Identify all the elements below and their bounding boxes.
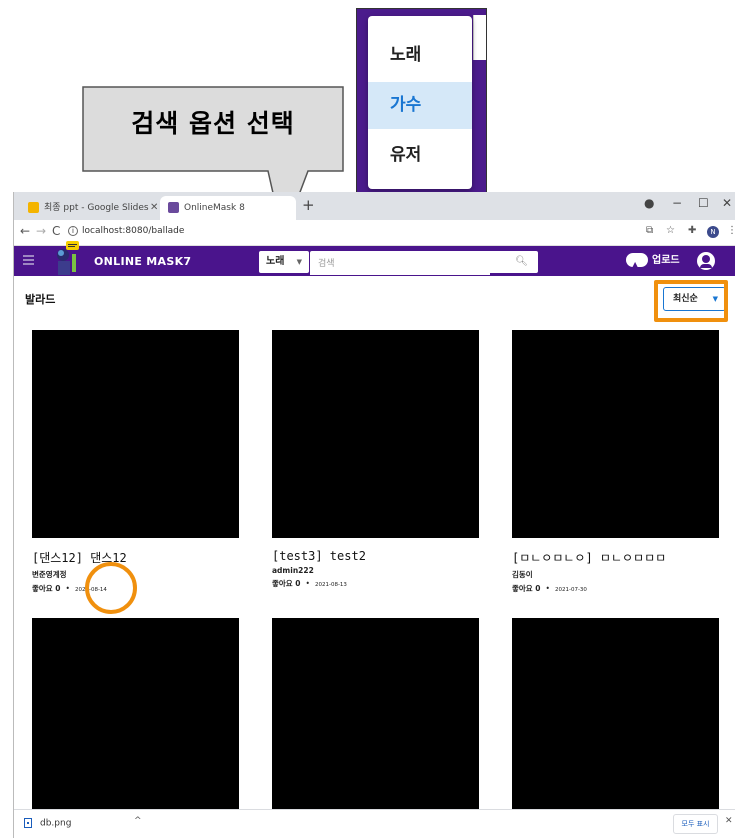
like-count: 좋아요 0 (512, 584, 541, 593)
extensions-icon[interactable]: ✚ (688, 225, 696, 236)
star-icon[interactable]: ☆ (666, 225, 675, 236)
video-meta: 좋아요 0 • 2021-07-30 (512, 583, 719, 594)
separator-dot: • (305, 579, 310, 588)
video-thumbnail[interactable] (512, 618, 719, 818)
upload-date: 2021-08-13 (314, 582, 347, 588)
more-menu-icon[interactable]: ⋮ (727, 225, 735, 236)
profile-avatar-icon[interactable]: N (707, 226, 719, 238)
like-count: 좋아요 0 (272, 579, 301, 588)
info-icon[interactable]: i (68, 226, 78, 236)
hamburger-menu-icon[interactable] (23, 255, 34, 265)
upload-label: 업로드 (652, 255, 680, 266)
video-meta: 좋아요 0 • 2021-08-13 (272, 578, 479, 589)
close-window-icon[interactable]: ✕ (722, 196, 732, 210)
popup-background-sliver (473, 15, 486, 60)
video-thumbnail[interactable] (272, 618, 479, 818)
date-highlight-circle (85, 562, 137, 614)
browser-tab-bar: 최종 ppt - Google Slides ✕ OnlineMask 8 + … (14, 192, 735, 220)
menu-item-song[interactable]: 노래 (368, 32, 472, 79)
video-card[interactable]: [ㅁㄴㅇㅁㄴㅇ] ㅁㄴㅇㅁㅁㅁ 김동이 좋아요 0 • 2021-07-30 (512, 330, 719, 594)
video-author: 김동이 (512, 570, 533, 579)
download-filename: db.png (40, 818, 72, 829)
download-bar: db.png ^ 모두 표시 ✕ (14, 809, 735, 838)
brand-name: ONLINE MASK7 (94, 255, 192, 268)
video-title[interactable]: [ㅁㄴㅇㅁㄴㅇ] ㅁㄴㅇㅁㅁㅁ (512, 549, 719, 566)
image-file-icon (24, 818, 32, 828)
translate-icon[interactable]: ⧉ (646, 225, 653, 236)
new-tab-button[interactable]: + (302, 196, 315, 214)
site-header: ONLINE MASK7 노래 ▼ 🔍︎ 업로드 (14, 241, 735, 276)
url-field[interactable]: i localhost:8080/ballade (68, 226, 184, 236)
search-type-dropdown-popup: 노래 가수 유저 (356, 8, 487, 193)
video-card[interactable] (272, 618, 479, 818)
video-card[interactable]: [댄스12] 댄스12 변준영계정 좋아요 0 • 2021-08-14 (32, 330, 239, 594)
slides-icon (28, 202, 39, 213)
callout-text: 검색 옵션 선택 (131, 109, 295, 138)
show-all-button[interactable]: 모두 표시 (673, 814, 718, 834)
page-title: 발라드 (25, 293, 56, 306)
forward-icon[interactable]: → (36, 224, 46, 238)
chevron-up-icon[interactable]: ^ (134, 816, 142, 826)
close-icon[interactable]: ✕ (150, 196, 158, 220)
search-icon[interactable]: 🔍︎ (515, 256, 528, 267)
separator-dot: • (545, 584, 550, 593)
video-card[interactable]: [test3] test2 admin222 좋아요 0 • 2021-08-13 (272, 330, 479, 589)
like-count: 좋아요 0 (32, 584, 61, 593)
upload-button[interactable]: 업로드 (626, 251, 680, 275)
menu-item-singer[interactable]: 가수 (368, 82, 472, 129)
minimize-icon[interactable]: − (672, 196, 682, 210)
video-card[interactable] (512, 618, 719, 818)
close-icon[interactable]: ✕ (725, 816, 733, 826)
sort-highlight-box (654, 280, 728, 322)
search-type-menu: 노래 가수 유저 (368, 16, 472, 189)
video-thumbnail[interactable] (272, 330, 479, 538)
dropdown-caret-icon: ▼ (296, 258, 302, 266)
browser-window: 최종 ppt - Google Slides ✕ OnlineMask 8 + … (13, 192, 735, 838)
video-thumbnail[interactable] (512, 330, 719, 538)
address-bar: ← → C i localhost:8080/ballade ⧉ ☆ ✚ N ⋮ (14, 220, 735, 246)
reload-icon[interactable]: C (52, 224, 60, 238)
cloud-upload-icon (626, 253, 648, 275)
back-icon[interactable]: ← (20, 224, 30, 238)
tab-google-slides[interactable]: 최종 ppt - Google Slides ✕ (20, 196, 160, 220)
video-title[interactable]: [test3] test2 (272, 549, 479, 563)
tab-onlinemask[interactable]: OnlineMask 8 (160, 196, 296, 220)
separator-dot: • (65, 584, 70, 593)
video-card[interactable] (32, 618, 239, 818)
download-item[interactable]: db.png (24, 818, 71, 829)
tab-title: OnlineMask 8 (184, 203, 245, 213)
menu-item-user[interactable]: 유저 (368, 132, 472, 179)
search-box: 🔍︎ (310, 251, 538, 275)
tab-title: 최종 ppt - Google Slides (44, 203, 149, 213)
site-logo-icon (57, 241, 79, 275)
search-type-select[interactable]: 노래 ▼ (259, 251, 309, 273)
profile-menu-icon[interactable]: ● (644, 196, 654, 210)
upload-date: 2021-07-30 (554, 587, 587, 593)
annotation-callout: 검색 옵션 선택 (82, 86, 344, 240)
url-text: localhost:8080/ballade (82, 226, 185, 236)
video-title[interactable]: [댄스12] 댄스12 (32, 549, 239, 566)
video-thumbnail[interactable] (32, 330, 239, 538)
video-thumbnail[interactable] (32, 618, 239, 818)
account-icon[interactable] (697, 252, 715, 270)
maximize-icon[interactable]: ☐ (698, 196, 709, 210)
video-author: admin222 (272, 566, 314, 575)
site-favicon-icon (168, 202, 179, 213)
search-input[interactable] (310, 253, 490, 275)
search-type-value: 노래 (266, 256, 285, 267)
